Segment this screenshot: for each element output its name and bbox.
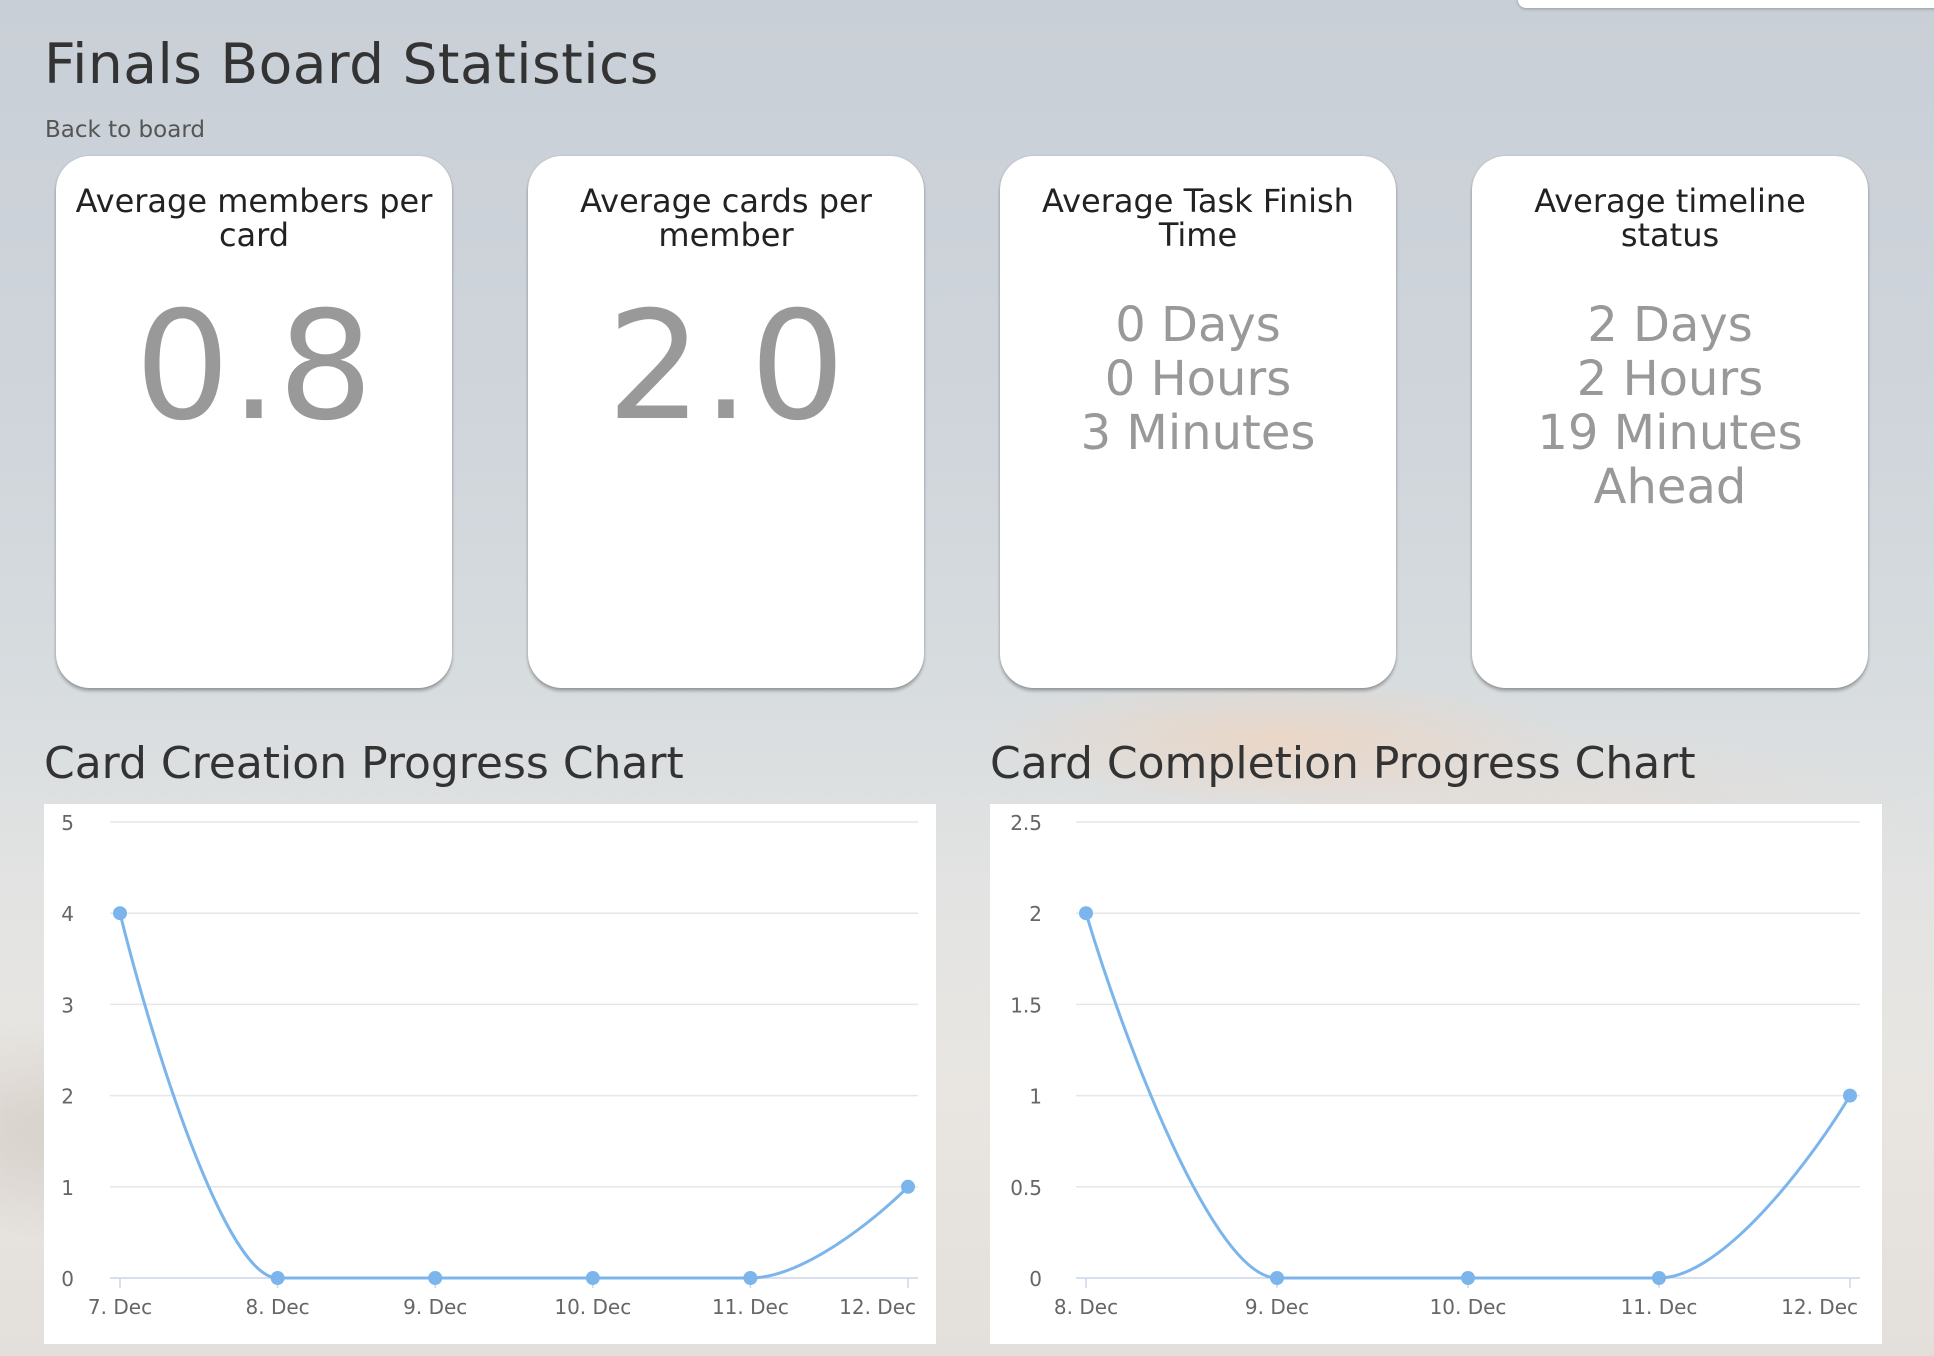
x-tick-label: 11. Dec xyxy=(712,1295,789,1319)
data-point[interactable] xyxy=(270,1271,285,1285)
stat-card-title: Average timeline status xyxy=(1534,182,1806,254)
y-tick-label: 1 xyxy=(1029,1085,1042,1109)
x-tick-label: 9. Dec xyxy=(1245,1295,1309,1319)
x-tick-label: 10. Dec xyxy=(1430,1295,1507,1319)
data-point[interactable] xyxy=(1843,1088,1857,1103)
data-point[interactable] xyxy=(585,1271,600,1285)
completion-chart-svg: 0 0.5 1 1.5 2 2.5 8. Dec 9. Dec 10. Dec 11. Dec 12… xyxy=(1010,811,1860,1319)
y-tick-label: 2.5 xyxy=(1010,811,1042,835)
data-point[interactable] xyxy=(113,906,127,921)
data-point[interactable] xyxy=(1270,1271,1284,1285)
data-point[interactable] xyxy=(1461,1271,1475,1285)
x-tick-label: 10. Dec xyxy=(554,1295,631,1319)
y-tick-label: 0.5 xyxy=(1010,1176,1042,1200)
page-title: Finals Board Statistics xyxy=(44,32,659,96)
creation-chart-svg: 0 1 2 3 4 5 7. Dec 8. Dec 9. Dec 10. Dec 11. Dec 12… xyxy=(61,811,918,1319)
stat-hours: 0 Hours xyxy=(1104,351,1292,407)
stat-card-value: 2 Days 2 Hours 19 Minutes Ahead xyxy=(1472,298,1868,514)
stat-card-timeline-status: Average timeline status 2 Days 2 Hours 1… xyxy=(1472,156,1868,688)
stat-minutes: 19 Minutes xyxy=(1537,405,1803,461)
completion-chart-title: Card Completion Progress Chart xyxy=(990,738,1696,789)
y-tick-label: 2 xyxy=(61,1085,74,1109)
y-tick-label: 1 xyxy=(61,1176,74,1200)
stat-card-value: 0.8 xyxy=(134,280,374,454)
stat-card-members-per-card: Average members per card 0.8 xyxy=(56,156,452,688)
x-tick-label: 8. Dec xyxy=(1054,1295,1118,1319)
stat-card-cards-per-member: Average cards per member 2.0 xyxy=(528,156,924,688)
stat-card-value: 0 Days 0 Hours 3 Minutes xyxy=(1000,298,1396,460)
top-menu-panel-edge xyxy=(1518,0,1934,8)
data-point[interactable] xyxy=(743,1271,758,1285)
data-point[interactable] xyxy=(1079,906,1093,921)
stat-hours: 2 Hours xyxy=(1576,351,1764,407)
x-tick-label: 7. Dec xyxy=(88,1295,152,1319)
y-tick-label: 0 xyxy=(1029,1267,1042,1291)
data-point[interactable] xyxy=(901,1179,915,1194)
back-to-board-link[interactable]: Back to board xyxy=(45,117,205,143)
x-tick-label: 12. Dec xyxy=(839,1295,916,1319)
stat-days: 0 Days xyxy=(1115,297,1281,353)
x-tick-label: 11. Dec xyxy=(1621,1295,1698,1319)
x-tick-label: 9. Dec xyxy=(403,1295,467,1319)
stat-card-value: 2.0 xyxy=(606,280,846,454)
y-tick-label: 0 xyxy=(61,1267,74,1291)
y-tick-label: 3 xyxy=(61,993,74,1017)
completion-chart: 0 0.5 1 1.5 2 2.5 8. Dec 9. Dec 10. Dec 11. Dec 12… xyxy=(990,804,1882,1344)
stat-minutes: 3 Minutes xyxy=(1080,405,1316,461)
x-tick-label: 8. Dec xyxy=(246,1295,310,1319)
y-tick-label: 2 xyxy=(1029,902,1042,926)
stat-card-title: Average members per card xyxy=(75,182,433,254)
y-tick-label: 4 xyxy=(61,902,74,926)
stat-card-title: Average Task Finish Time xyxy=(1042,182,1354,254)
stat-days: 2 Days xyxy=(1587,297,1753,353)
x-tick-label: 12. Dec xyxy=(1781,1295,1858,1319)
data-point[interactable] xyxy=(1652,1271,1666,1285)
creation-chart-title: Card Creation Progress Chart xyxy=(44,738,684,789)
y-tick-label: 1.5 xyxy=(1010,993,1042,1017)
stat-card-task-finish-time: Average Task Finish Time 0 Days 0 Hours … xyxy=(1000,156,1396,688)
data-point[interactable] xyxy=(428,1271,443,1285)
stat-direction: Ahead xyxy=(1593,459,1747,515)
stat-card-title: Average cards per member xyxy=(580,182,872,254)
y-tick-label: 5 xyxy=(61,811,74,835)
creation-chart: 0 1 2 3 4 5 7. Dec 8. Dec 9. Dec 10. Dec 11. Dec 12… xyxy=(44,804,936,1344)
